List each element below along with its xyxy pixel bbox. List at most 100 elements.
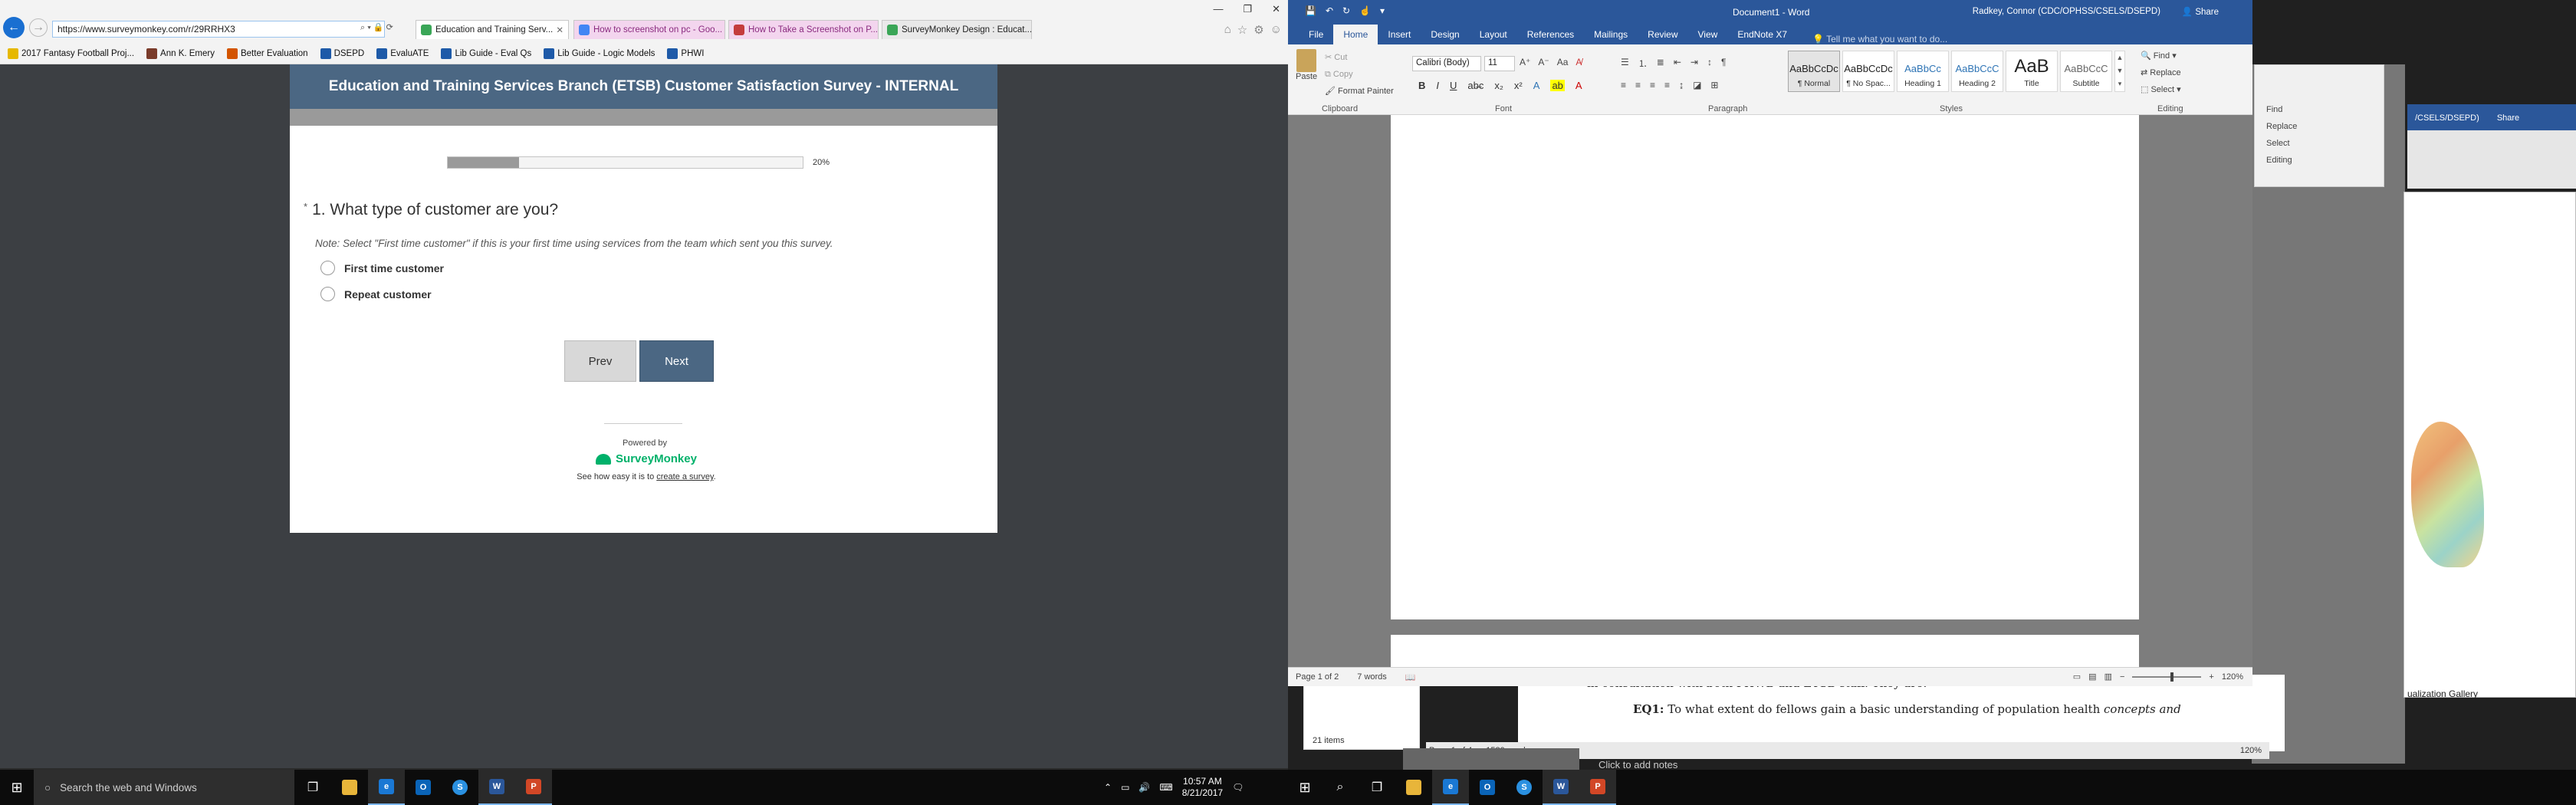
grow-font-icon[interactable]: A⁺ <box>1520 57 1530 67</box>
style-heading-2[interactable]: AaBbCcC Heading 2 <box>1951 51 2003 92</box>
radio-button[interactable] <box>320 287 335 301</box>
favorite-link[interactable]: Lib Guide - Logic Models <box>544 48 655 59</box>
justify-icon[interactable]: ≡ <box>1664 80 1670 90</box>
close-tab-icon[interactable]: ✕ <box>553 25 564 35</box>
home-icon[interactable]: ⌂ <box>1224 23 1231 37</box>
borders-icon[interactable]: ⊞ <box>1710 80 1718 90</box>
web-layout-icon[interactable]: ▥ <box>2104 672 2112 682</box>
replace-button[interactable]: ⇄ Replace <box>2141 64 2181 81</box>
superscript-icon[interactable]: x² <box>1514 80 1523 91</box>
cut-button[interactable]: ✂ Cut <box>1325 49 1394 66</box>
zoom-out-icon[interactable]: − <box>2120 672 2124 682</box>
tab-review[interactable]: Review <box>1638 25 1687 44</box>
sort-icon[interactable]: ↕ <box>1707 57 1712 70</box>
word-taskbar-icon[interactable]: W <box>478 770 515 805</box>
address-bar[interactable]: https://www.surveymonkey.com/r/29RRHX3 <box>52 21 385 38</box>
document-page-2[interactable] <box>1391 635 2139 667</box>
select-button[interactable]: ⬚ Select ▾ <box>2141 81 2181 98</box>
outlook-icon[interactable]: O <box>405 770 442 805</box>
document-page[interactable] <box>1391 115 2139 619</box>
undo-icon[interactable]: ↶ <box>1326 5 1333 16</box>
tab-surveymonkey-design[interactable]: SurveyMonkey Design : Educat... <box>882 20 1032 39</box>
font-name-dropdown[interactable]: Calibri (Body) <box>1412 56 1481 71</box>
favorite-link[interactable]: EvaluATE <box>376 48 429 59</box>
underline-icon[interactable]: U <box>1450 80 1457 91</box>
bullets-icon[interactable]: ☰ <box>1621 57 1629 70</box>
create-survey-link[interactable]: create a survey <box>656 472 713 481</box>
click-to-add-notes[interactable]: Click to add notes <box>1598 759 1677 770</box>
find-button[interactable]: 🔍 Find ▾ <box>2141 48 2181 64</box>
line-spacing-icon[interactable]: ↨ <box>1679 80 1684 90</box>
text-effects-icon[interactable]: A <box>1533 80 1540 91</box>
volume-icon[interactable]: 🔊 <box>1138 782 1150 793</box>
forward-icon[interactable]: → <box>29 18 48 37</box>
taskbar-search[interactable]: ○ Search the web and Windows <box>34 770 294 805</box>
option-repeat-customer[interactable]: Repeat customer <box>320 287 432 301</box>
tab-view[interactable]: View <box>1688 25 1728 44</box>
internet-explorer-icon[interactable]: e <box>368 770 405 805</box>
file-explorer-icon[interactable] <box>331 770 368 805</box>
windows-start-icon[interactable]: ⊞ <box>1288 770 1322 805</box>
shading-icon[interactable]: ◪ <box>1693 80 1701 90</box>
tab-google-search[interactable]: How to screenshot on pc - Goo... <box>573 20 725 39</box>
notifications-icon[interactable]: 🗨 <box>1232 782 1244 793</box>
tell-me-box[interactable]: 💡 Tell me what you want to do... <box>1797 34 1947 44</box>
touch-mode-icon[interactable]: ☝ <box>1359 5 1371 16</box>
zoom-in-icon[interactable]: + <box>2209 672 2213 682</box>
option-label[interactable]: Repeat customer <box>344 288 432 301</box>
minimize-icon[interactable]: — <box>1213 3 1223 15</box>
favorite-link[interactable]: Lib Guide - Eval Qs <box>441 48 531 59</box>
proofing-icon[interactable]: 📖 <box>1405 672 1416 682</box>
share-button[interactable]: 👤 Share <box>2182 6 2219 17</box>
favorite-link[interactable]: PHWI <box>667 48 704 59</box>
tab-file[interactable]: File <box>1299 25 1333 44</box>
decrease-indent-icon[interactable]: ⇤ <box>1674 57 1681 70</box>
task-view-icon[interactable]: ❐ <box>1359 770 1395 805</box>
restore-icon[interactable]: ❐ <box>1243 3 1252 15</box>
windows-start-icon[interactable]: ⊞ <box>0 770 34 805</box>
font-color-icon[interactable]: A <box>1576 80 1582 91</box>
find-button[interactable]: Find <box>2266 101 2297 118</box>
zoom-level[interactable]: 120% <box>2222 672 2243 682</box>
option-first-time-customer[interactable]: First time customer <box>320 261 444 275</box>
favorites-star-icon[interactable]: ☆ <box>1237 23 1247 37</box>
multilevel-list-icon[interactable]: ≣ <box>1657 57 1664 70</box>
word-count[interactable]: 7 words <box>1357 672 1387 682</box>
radio-button[interactable] <box>320 261 335 275</box>
subscript-icon[interactable]: x₂ <box>1494 80 1503 91</box>
tab-layout[interactable]: Layout <box>1470 25 1517 44</box>
increase-indent-icon[interactable]: ⇥ <box>1691 57 1698 70</box>
format-painter-button[interactable]: 🖌 Format Painter <box>1325 83 1394 100</box>
internet-explorer-icon[interactable]: e <box>1432 770 1469 805</box>
strikethrough-icon[interactable]: ab̶c <box>1467 80 1484 91</box>
italic-icon[interactable]: I <box>1436 80 1439 91</box>
prev-button[interactable]: Prev <box>564 340 636 382</box>
favorite-link[interactable]: Better Evaluation <box>226 48 308 59</box>
align-center-icon[interactable]: ≡ <box>1635 80 1641 90</box>
tab-screenshot-article[interactable]: How to Take a Screenshot on P... <box>728 20 879 39</box>
tab-survey[interactable]: Education and Training Serv... ✕ <box>416 20 569 39</box>
address-text[interactable]: https://www.surveymonkey.com/r/29RRHX3 <box>58 24 235 34</box>
tab-design[interactable]: Design <box>1421 25 1469 44</box>
read-mode-icon[interactable]: ▭ <box>2073 672 2081 682</box>
task-view-icon[interactable]: ❐ <box>294 770 331 805</box>
network-icon[interactable]: ▭ <box>1121 782 1129 793</box>
highlight-icon[interactable]: ab <box>1550 80 1565 91</box>
paste-button[interactable]: Paste <box>1296 49 1317 81</box>
language-icon[interactable]: ⌨ <box>1159 782 1172 793</box>
address-controls[interactable]: ⌕ ▾ 🔒 ⟳ <box>360 22 393 33</box>
surveymonkey-logo[interactable]: SurveyMonkey <box>585 452 708 465</box>
powerpoint-taskbar-icon[interactable]: P <box>1579 770 1616 805</box>
align-right-icon[interactable]: ≡ <box>1650 80 1655 90</box>
zoom-thumb[interactable] <box>2170 672 2174 682</box>
print-layout-icon[interactable]: ▤ <box>2088 672 2096 682</box>
tab-mailings[interactable]: Mailings <box>1584 25 1638 44</box>
next-button[interactable]: Next <box>639 340 714 382</box>
favorite-link[interactable]: 2017 Fantasy Football Proj... <box>8 48 134 59</box>
word-taskbar-icon[interactable]: W <box>1543 770 1579 805</box>
show-marks-icon[interactable]: ¶ <box>1721 57 1726 70</box>
bold-icon[interactable]: B <box>1418 80 1425 91</box>
powerpoint-taskbar-icon[interactable]: P <box>515 770 552 805</box>
select-button[interactable]: Select <box>2266 135 2297 152</box>
favorite-link[interactable]: DSEPD <box>320 48 364 59</box>
